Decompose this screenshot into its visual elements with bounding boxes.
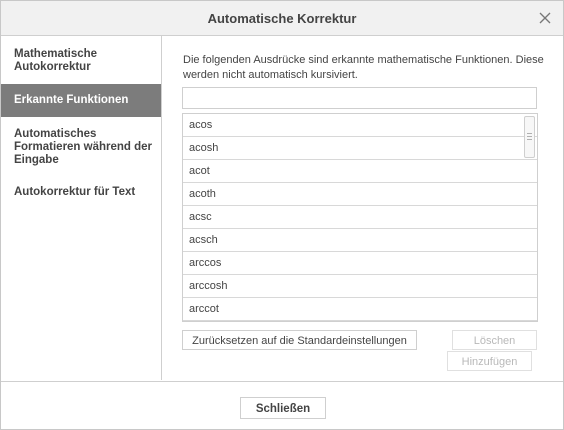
sidebar-item-text-autocorrect[interactable]: Autokorrektur für Text bbox=[1, 176, 161, 208]
list-item[interactable]: acsch bbox=[183, 229, 537, 252]
close-icon-glyph bbox=[539, 12, 551, 24]
list-item[interactable]: acoth bbox=[183, 183, 537, 206]
list-item[interactable]: arccosh bbox=[183, 275, 537, 298]
sidebar-item-label: Autokorrektur für Text bbox=[14, 186, 136, 198]
list-item[interactable]: acos bbox=[183, 114, 537, 137]
dialog-footer: Schließen bbox=[1, 381, 563, 430]
sidebar-item-math-autocorrect[interactable]: Mathematische Autokorrektur bbox=[1, 36, 161, 82]
add-button[interactable]: Hinzufügen bbox=[447, 351, 532, 371]
sidebar-item-autoformat[interactable]: Automatisches Formatieren während der Ei… bbox=[1, 118, 161, 176]
scrollbar-grip-line bbox=[527, 133, 532, 134]
reset-defaults-button[interactable]: Zurücksetzen auf die Standardeinstellung… bbox=[182, 330, 417, 350]
content-panel: Die folgenden Ausdrücke sind erkannte ma… bbox=[162, 36, 563, 380]
list-item[interactable]: acot bbox=[183, 160, 537, 183]
close-button[interactable]: Schließen bbox=[240, 397, 326, 419]
list-item[interactable]: acsc bbox=[183, 206, 537, 229]
sidebar-item-label: Automatisches Formatieren während der Ei… bbox=[14, 128, 153, 166]
sidebar-item-label: Erkannte Funktionen bbox=[14, 94, 129, 106]
scrollbar-grip-line bbox=[527, 139, 532, 140]
function-search-input[interactable] bbox=[182, 87, 537, 109]
list-item[interactable]: acosh bbox=[183, 137, 537, 160]
close-icon[interactable] bbox=[537, 10, 553, 26]
dialog-header: Automatische Korrektur bbox=[1, 1, 563, 36]
functions-list: acos acosh acot acoth acsc acsch arccos … bbox=[182, 113, 538, 322]
sidebar-item-recognized-functions[interactable]: Erkannte Funktionen bbox=[1, 84, 161, 117]
sidebar: Mathematische Autokorrektur Erkannte Fun… bbox=[1, 36, 162, 380]
sidebar-item-label: Mathematische Autokorrektur bbox=[14, 48, 98, 73]
list-scrollbar[interactable] bbox=[524, 116, 535, 158]
description-text: Die folgenden Ausdrücke sind erkannte ma… bbox=[183, 54, 544, 81]
list-item[interactable]: arccot bbox=[183, 298, 537, 321]
dialog-title: Automatische Korrektur bbox=[207, 11, 357, 26]
delete-button[interactable]: Löschen bbox=[452, 330, 537, 350]
list-item[interactable]: arccos bbox=[183, 252, 537, 275]
autocorrect-dialog: Automatische Korrektur Mathematische Aut… bbox=[0, 0, 564, 430]
scrollbar-grip-line bbox=[527, 136, 532, 137]
